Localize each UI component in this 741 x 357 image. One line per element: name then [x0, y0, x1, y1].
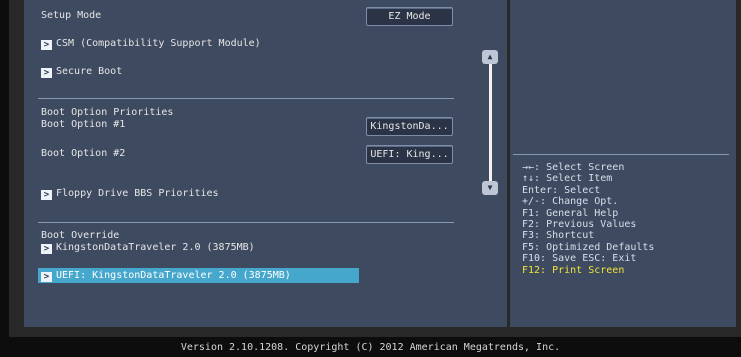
scroll-down-icon[interactable]: ▼ — [482, 181, 498, 195]
floppy-drive-bbs-priorities-label: Floppy Drive BBS Priorities — [56, 188, 219, 199]
submenu-arrow-icon: > — [41, 40, 52, 50]
csm-submenu-item[interactable]: > CSM (Compatibility Support Module) — [41, 38, 261, 50]
help-line: F1: General Help — [522, 207, 619, 219]
boot-override-label: KingstonDataTraveler 2.0 (3875MB) — [56, 242, 255, 253]
boot-override-item[interactable]: > KingstonDataTraveler 2.0 (3875MB) — [41, 242, 255, 254]
boot-override-item-selected[interactable]: > UEFI: KingstonDataTraveler 2.0 (3875MB) — [41, 270, 291, 282]
setup-mode-label: Setup Mode — [41, 10, 102, 21]
csm-label: CSM (Compatibility Support Module) — [56, 38, 261, 49]
secure-boot-submenu-item[interactable]: > Secure Boot — [41, 66, 122, 78]
help-line: +/-: Change Opt. — [522, 196, 619, 208]
boot-option-2-label: Boot Option #2 — [41, 148, 126, 159]
boot-option-1-label: Boot Option #1 — [41, 119, 126, 130]
help-line: ↑↓: Select Item — [522, 173, 613, 185]
version-footer: Version 2.10.1208. Copyright (C) 2012 Am… — [180, 342, 561, 353]
submenu-arrow-icon: > — [41, 190, 52, 200]
help-line: Enter: Select — [522, 184, 601, 196]
setup-mode-button[interactable]: EZ Mode — [366, 7, 453, 26]
help-divider — [513, 154, 729, 155]
help-line-print-screen: F12: Print Screen — [522, 264, 625, 276]
help-list: →←: Select Screen ↑↓: Select Item Enter:… — [522, 162, 654, 276]
boot-option-priorities-heading: Boot Option Priorities — [41, 107, 174, 118]
boot-override-heading: Boot Override — [41, 230, 120, 241]
submenu-arrow-icon: > — [41, 272, 52, 282]
scrollbar-track[interactable] — [489, 63, 492, 181]
help-line: F3: Shortcut — [522, 230, 595, 242]
scroll-up-icon[interactable]: ▲ — [482, 50, 498, 64]
help-line: F5: Optimized Defaults — [522, 241, 655, 253]
boot-override-label: UEFI: KingstonDataTraveler 2.0 (3875MB) — [56, 270, 291, 281]
submenu-arrow-icon: > — [41, 244, 52, 254]
help-line: F10: Save ESC: Exit — [522, 253, 637, 265]
help-line: F2: Previous Values — [522, 218, 637, 230]
submenu-arrow-icon: > — [41, 68, 52, 78]
help-line: →←: Select Screen — [522, 162, 625, 173]
secure-boot-label: Secure Boot — [56, 66, 123, 77]
boot-option-2-button[interactable]: UEFI: King... — [366, 145, 453, 164]
boot-option-1-button[interactable]: KingstonDa... — [366, 117, 453, 136]
section-divider — [38, 222, 454, 223]
floppy-drive-bbs-priorities-item[interactable]: > Floppy Drive BBS Priorities — [41, 188, 219, 200]
section-divider — [38, 98, 454, 99]
